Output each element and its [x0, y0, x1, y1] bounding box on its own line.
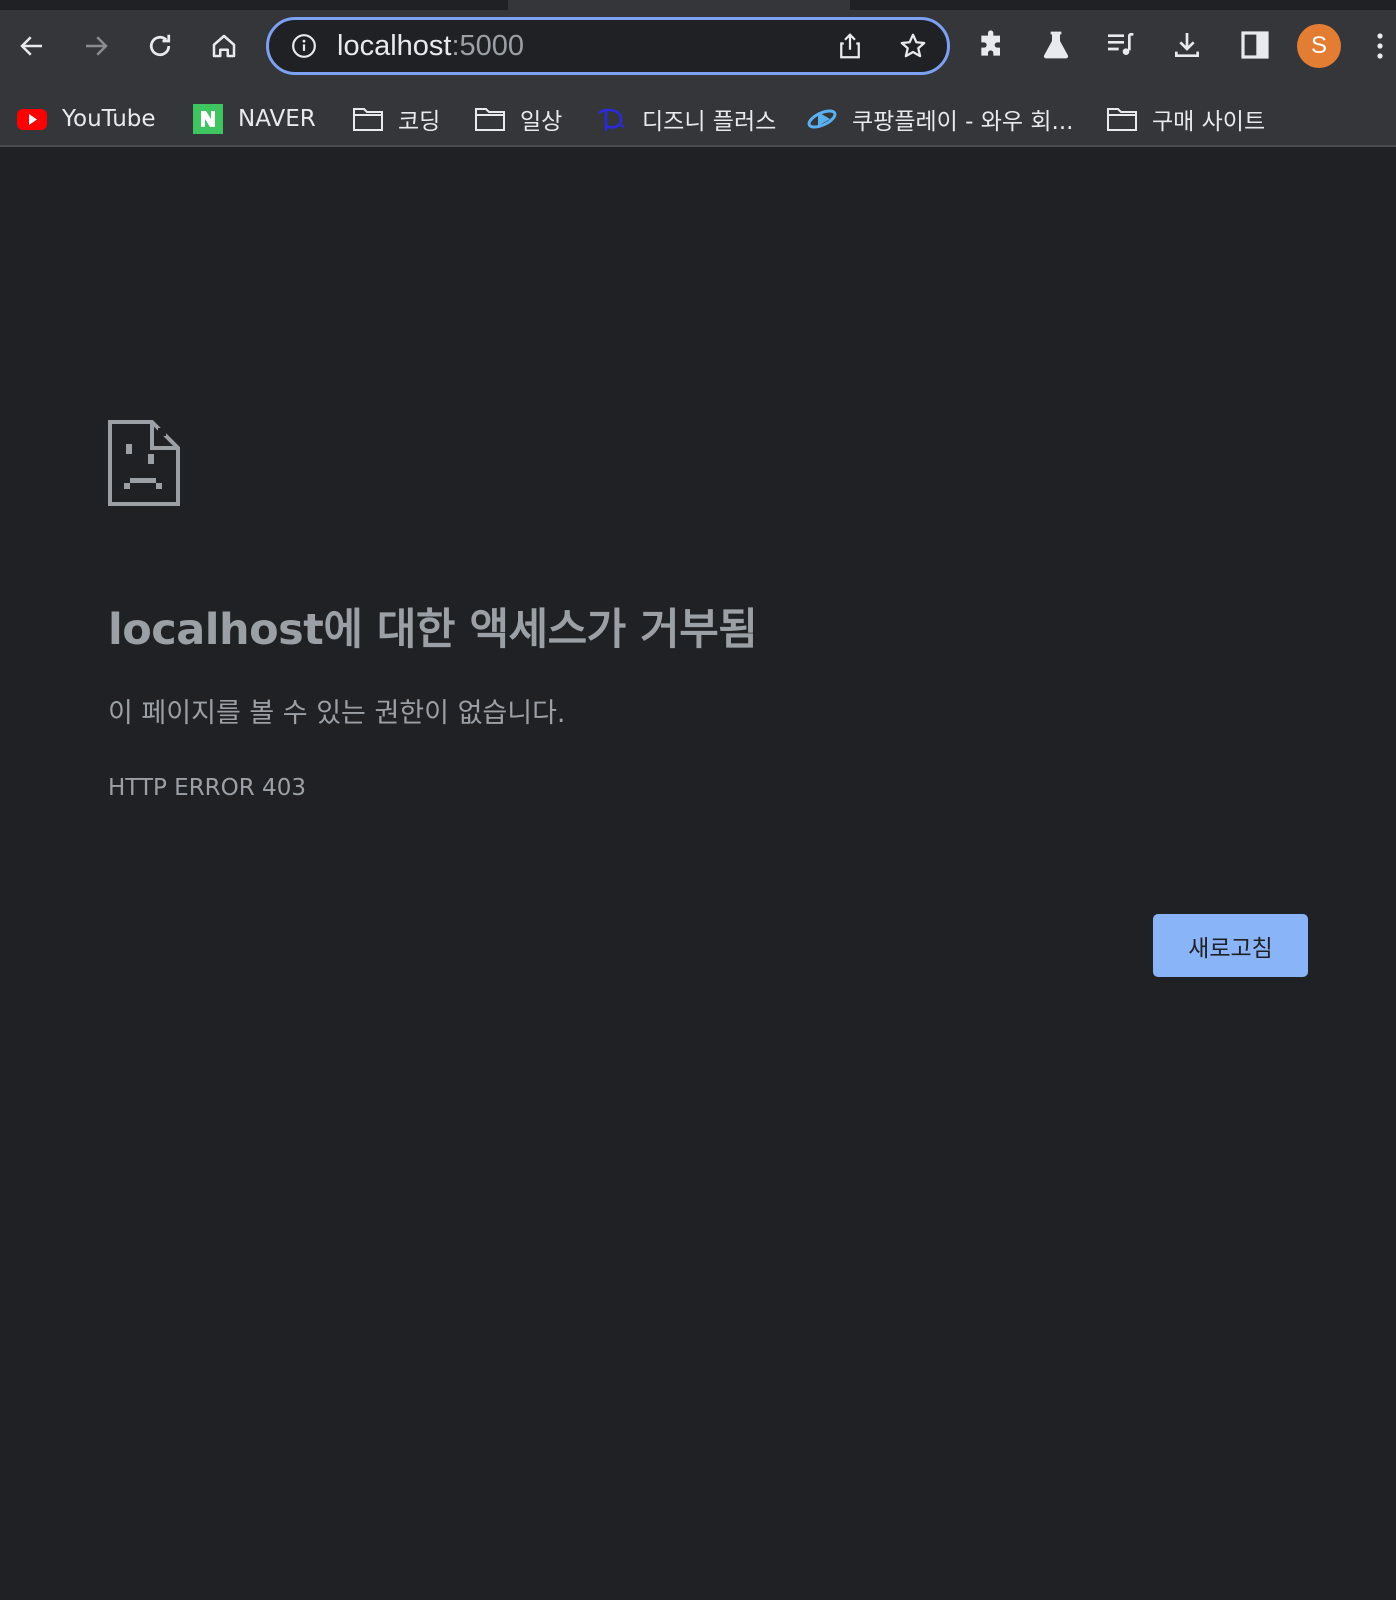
star-icon[interactable]	[898, 31, 928, 61]
folder-icon	[1107, 108, 1137, 131]
info-icon[interactable]	[291, 33, 317, 59]
bookmark-label: YouTube	[62, 106, 156, 132]
extensions-button[interactable]	[973, 26, 1011, 64]
reload-page-button[interactable]: 새로고침	[1153, 914, 1308, 977]
reading-list-icon	[1108, 33, 1134, 55]
address-bar[interactable]: localhost:5000	[266, 17, 950, 75]
tab-strip	[0, 0, 1396, 10]
back-icon	[20, 36, 42, 56]
bookmark-naver[interactable]: NAVER	[192, 94, 316, 144]
url-host: localhost	[337, 30, 452, 62]
bookmark-label: 코딩	[398, 109, 441, 135]
bookmark-label: 구매 사이트	[1152, 109, 1266, 135]
bookmark-label: 디즈니 플러스	[642, 109, 777, 135]
error-message: 이 페이지를 볼 수 있는 권한이 없습니다.	[108, 698, 566, 729]
forward-button[interactable]	[76, 26, 116, 66]
forward-icon	[86, 36, 108, 56]
disney-icon	[598, 108, 625, 131]
url-text[interactable]: localhost:5000	[337, 28, 524, 64]
active-tab[interactable]	[508, 0, 850, 10]
menu-icon[interactable]	[1370, 28, 1390, 64]
reading-list-button[interactable]	[1101, 26, 1139, 64]
share-icon[interactable]	[835, 31, 865, 61]
folder-icon	[353, 108, 383, 131]
downloads-button[interactable]	[1168, 26, 1206, 64]
bookmark-label: 일상	[520, 109, 563, 135]
extensions-icon	[981, 30, 1000, 56]
home-icon	[212, 34, 236, 58]
bookmark-youtube[interactable]: YouTube	[16, 94, 156, 144]
labs-button[interactable]	[1037, 26, 1075, 64]
labs-icon	[1043, 31, 1069, 59]
bookmark-disney-plus[interactable]: 디즈니 플러스	[596, 94, 776, 144]
side-panel-button[interactable]	[1236, 26, 1274, 64]
coupang-play-icon	[807, 109, 837, 129]
bookmarks-bar: YouTube NAVER 코딩 일상 디즈니 플러스 쿠팡플레이 - 와우 회…	[0, 94, 1396, 144]
error-heading: localhost에 대한 액세스가 거부됨	[108, 605, 758, 655]
bookmark-folder-coding[interactable]: 코딩	[352, 94, 440, 144]
naver-icon	[193, 104, 223, 134]
side-panel-icon	[1241, 31, 1269, 59]
error-code: HTTP ERROR 403	[108, 775, 306, 801]
back-button[interactable]	[12, 26, 52, 66]
folder-icon	[475, 108, 505, 131]
url-port: :5000	[451, 30, 525, 62]
home-button[interactable]	[204, 26, 244, 66]
profile-avatar[interactable]: S	[1297, 24, 1341, 68]
bookmark-folder-shopping[interactable]: 구매 사이트	[1106, 94, 1265, 144]
reload-button[interactable]	[140, 26, 180, 66]
youtube-icon	[17, 109, 47, 130]
bookmark-label: NAVER	[238, 106, 316, 132]
reload-icon	[149, 34, 171, 57]
bookmark-folder-daily[interactable]: 일상	[474, 94, 562, 144]
browser-toolbar: localhost:5000 S YouTube NAVER 코딩 일상 디즈니…	[0, 10, 1396, 147]
download-icon	[1175, 33, 1199, 57]
bookmark-coupang-play[interactable]: 쿠팡플레이 - 와우 회...	[806, 94, 1073, 144]
sad-document-icon	[108, 420, 180, 506]
bookmark-label: 쿠팡플레이 - 와우 회...	[852, 109, 1074, 135]
